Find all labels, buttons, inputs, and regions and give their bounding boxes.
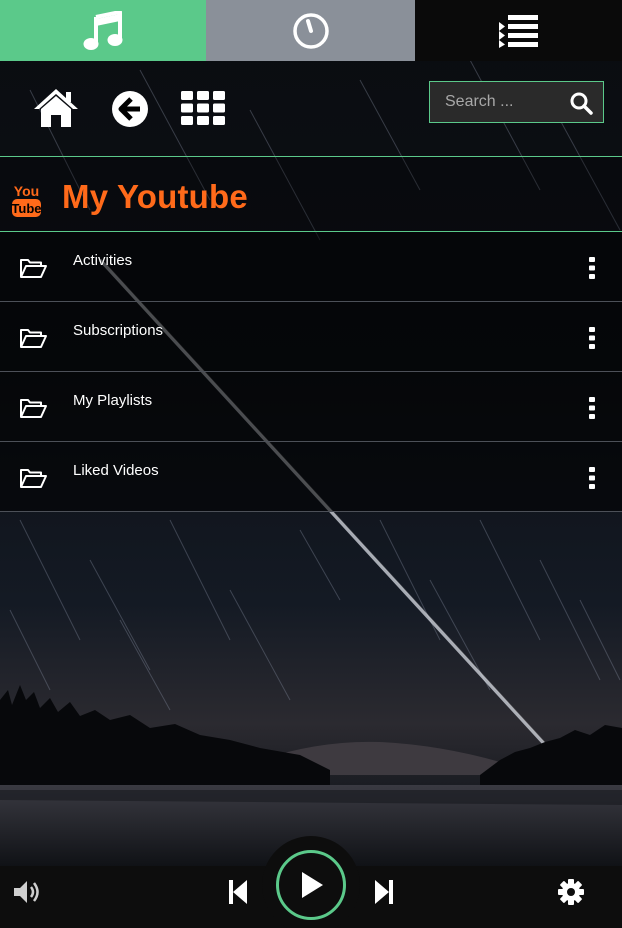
search-icon[interactable] (569, 91, 593, 115)
more-options-icon[interactable] (587, 326, 597, 350)
folder-open-icon (20, 259, 47, 278)
folder-list: Activities Subscriptions My Playlists Li… (0, 232, 622, 512)
playlist-queue-icon (498, 14, 538, 48)
tab-queue[interactable] (415, 0, 622, 61)
volume-button[interactable] (12, 878, 42, 906)
list-item-label: Activities (73, 252, 133, 269)
list-item-subscriptions[interactable]: Subscriptions (0, 302, 622, 372)
timer-icon (292, 12, 329, 49)
list-item-label: Subscriptions (73, 322, 164, 339)
folder-open-icon (20, 399, 47, 418)
back-arrow-icon (112, 91, 148, 127)
previous-track-icon (229, 880, 247, 904)
home-icon (34, 89, 78, 127)
list-item-activities[interactable]: Activities (0, 232, 622, 302)
more-options-icon[interactable] (587, 466, 597, 490)
tab-music[interactable] (0, 0, 206, 61)
more-options-icon[interactable] (587, 256, 597, 280)
list-item-label: Liked Videos (73, 462, 159, 479)
list-item-label: My Playlists (73, 392, 153, 409)
next-track-button[interactable] (373, 879, 395, 905)
home-button[interactable] (32, 87, 80, 129)
volume-icon (14, 881, 39, 903)
apps-grid-button[interactable] (181, 91, 225, 125)
back-button[interactable] (110, 89, 150, 129)
folder-open-icon (20, 329, 47, 348)
play-button[interactable] (276, 850, 346, 920)
folder-open-icon (20, 469, 47, 488)
play-icon (302, 872, 323, 898)
search-input[interactable] (430, 93, 560, 111)
top-tab-bar (0, 0, 622, 61)
nav-toolbar (0, 61, 622, 157)
settings-button[interactable] (557, 878, 585, 906)
page-title: My Youtube (62, 178, 248, 215)
more-options-icon[interactable] (587, 396, 597, 420)
svg-text:Tube: Tube (11, 201, 41, 216)
previous-track-button[interactable] (227, 879, 249, 905)
music-note-icon (83, 10, 123, 50)
search-box (429, 81, 604, 123)
grid-apps-icon (181, 91, 225, 125)
next-track-icon (375, 880, 393, 904)
tab-timer[interactable] (206, 0, 415, 61)
page-header: You Tube My Youtube (0, 156, 622, 232)
settings-gear-icon (558, 879, 584, 905)
list-item-liked-videos[interactable]: Liked Videos (0, 442, 622, 512)
list-item-my-playlists[interactable]: My Playlists (0, 372, 622, 442)
svg-text:You: You (14, 183, 39, 199)
youtube-logo: You Tube (11, 183, 42, 217)
